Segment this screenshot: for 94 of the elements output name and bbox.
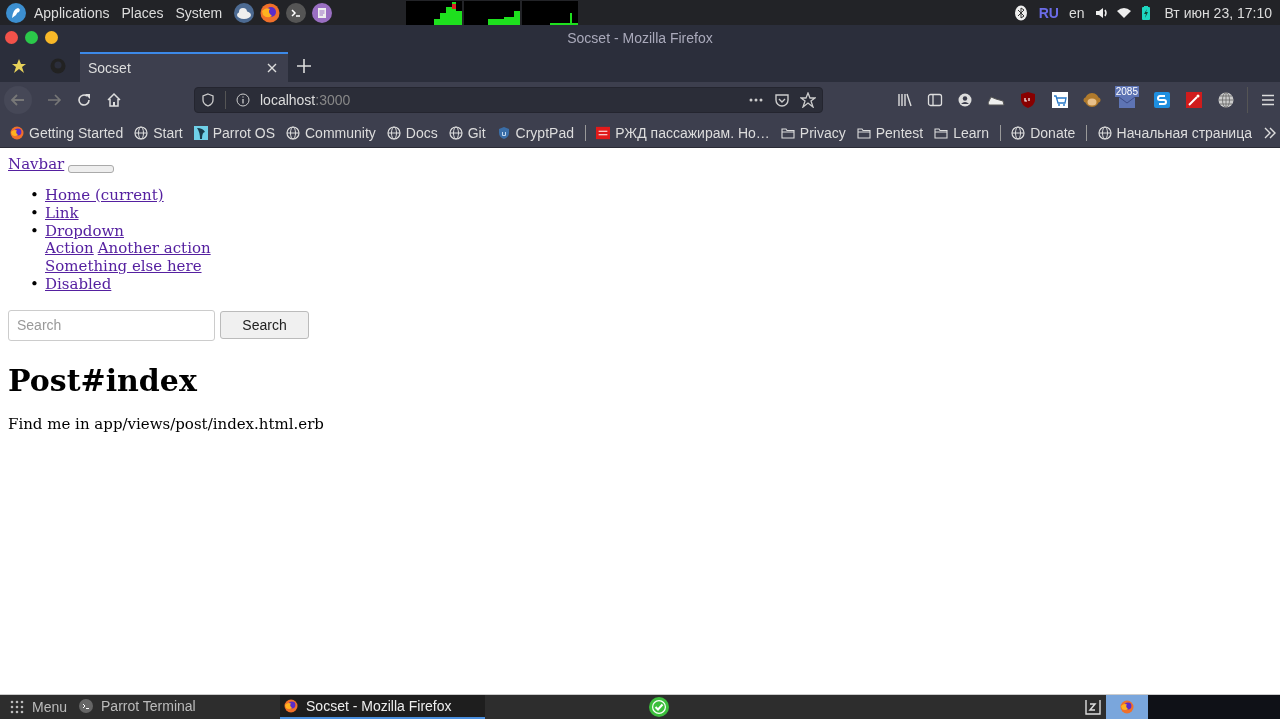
star-icon[interactable]: [11, 58, 27, 74]
url-text: localhost:3000: [260, 92, 352, 108]
search-button[interactable]: Search: [220, 311, 309, 340]
bookmark[interactable]: Git: [448, 124, 486, 141]
bookmark[interactable]: Docs: [386, 124, 438, 141]
menu-icon[interactable]: [1260, 92, 1276, 108]
nav-link[interactable]: Disabled: [45, 275, 112, 293]
bullet: •: [30, 204, 40, 223]
bookmark[interactable]: Getting Started: [10, 124, 124, 141]
nav-link[interactable]: Home (current): [45, 186, 164, 204]
wand-icon[interactable]: [1185, 91, 1203, 109]
menu-item-link[interactable]: Another action: [97, 240, 211, 259]
network-graph: [522, 0, 579, 25]
info-icon[interactable]: [236, 93, 250, 107]
new-tab-icon[interactable]: [296, 58, 312, 74]
monkey-icon[interactable]: [1082, 91, 1101, 109]
maximize-button[interactable]: [25, 31, 38, 44]
bluetooth-icon[interactable]: [1012, 4, 1029, 21]
menu-item-link[interactable]: Action: [45, 240, 94, 259]
count-badge: 2085: [1114, 86, 1139, 97]
bookmark[interactable]: Learn: [934, 124, 990, 141]
account-icon[interactable]: [956, 92, 973, 108]
bookmark[interactable]: Начальная страница: [1097, 124, 1252, 141]
grid-icon: [10, 700, 24, 714]
bookmark[interactable]: CryptPad: [496, 124, 574, 141]
shield-icon: [496, 125, 511, 140]
home-icon[interactable]: [106, 92, 122, 108]
bullet: •: [30, 276, 40, 294]
folder-icon: [934, 125, 949, 140]
keyboard-language[interactable]: RU: [1038, 4, 1059, 21]
taskbar-button[interactable]: Parrot Terminal: [75, 695, 281, 719]
rzd-icon: [596, 125, 611, 140]
panel-menu[interactable]: Places: [121, 4, 164, 21]
cart-icon[interactable]: [1050, 91, 1069, 109]
close-tab-icon[interactable]: [266, 62, 278, 74]
workspace-button[interactable]: [1106, 695, 1148, 719]
shield-icon[interactable]: [201, 93, 215, 107]
nav-link[interactable]: Link: [45, 203, 79, 222]
search-field[interactable]: Search: [8, 309, 215, 341]
firefox-icon: [1120, 700, 1134, 714]
page-heading: Post#index: [8, 362, 198, 398]
menu-button[interactable]: Menu: [0, 699, 76, 715]
clock[interactable]: Вт июн 23, 17:10: [1164, 4, 1272, 21]
menu-item-link[interactable]: Something else here: [45, 258, 202, 276]
bookmark[interactable]: Parrot OS: [193, 124, 275, 141]
terminal-icon: [79, 699, 94, 713]
panel-menu[interactable]: Applications: [34, 4, 110, 21]
navbar-brand-link[interactable]: Navbar: [8, 155, 65, 173]
bookmark[interactable]: РЖД пассажирам. Но…: [596, 124, 770, 141]
globe-icon: [286, 125, 300, 140]
page-text: Find me in app/views/post/index.html.erb: [8, 414, 325, 433]
pocket-icon[interactable]: [773, 92, 790, 108]
cloud-icon[interactable]: [234, 2, 255, 23]
folder-icon: [856, 125, 871, 140]
bookmark[interactable]: Start: [134, 124, 183, 141]
bookmark-star-icon[interactable]: [799, 92, 816, 108]
taskbar-button[interactable]: Socset - Mozilla Firefox: [280, 695, 486, 719]
firefox-icon[interactable]: [260, 2, 281, 23]
reload-icon[interactable]: [76, 92, 92, 108]
globe-icon: [448, 125, 463, 140]
globe-icon: [386, 125, 401, 140]
sleep-icon[interactable]: [1084, 698, 1102, 716]
chevron-icon[interactable]: [1263, 125, 1277, 140]
bookmark[interactable]: Community: [286, 124, 376, 141]
globe-icon: [1097, 125, 1112, 140]
terminal-icon[interactable]: [286, 2, 307, 23]
firefox-icon: [284, 699, 299, 713]
panel-menu[interactable]: System: [175, 4, 223, 21]
keyboard-layout[interactable]: en: [1068, 4, 1085, 21]
text-editor-icon[interactable]: [312, 2, 333, 23]
globe-icon: [1011, 125, 1026, 140]
ublock-shield-icon[interactable]: [1018, 91, 1037, 109]
bookmark[interactable]: Donate: [1011, 124, 1076, 141]
bookmark[interactable]: Privacy: [780, 124, 846, 141]
globe-icon[interactable]: [1217, 91, 1235, 109]
nav-link[interactable]: Dropdown: [45, 221, 124, 240]
browser-tab[interactable]: Socset: [80, 52, 288, 82]
cpu-graph: [406, 0, 463, 25]
close-button[interactable]: [5, 31, 18, 44]
s-square-icon[interactable]: [1153, 91, 1171, 109]
bullet: •: [30, 187, 40, 205]
library-icon[interactable]: [896, 92, 913, 108]
memory-graph: [464, 0, 521, 25]
firefox-icon: [10, 125, 24, 140]
sidebar-icon[interactable]: [926, 92, 943, 108]
folder-icon: [780, 125, 795, 140]
address-bar[interactable]: localhost:3000: [194, 87, 823, 113]
check-icon[interactable]: [649, 697, 670, 717]
navbar-toggler-button[interactable]: [68, 165, 115, 173]
window-title: Socset - Mozilla Firefox: [567, 29, 713, 46]
bullet: •: [30, 222, 40, 242]
globe-icon: [134, 125, 149, 140]
minimize-button[interactable]: [45, 31, 58, 44]
bookmark[interactable]: Pentest: [856, 124, 924, 141]
